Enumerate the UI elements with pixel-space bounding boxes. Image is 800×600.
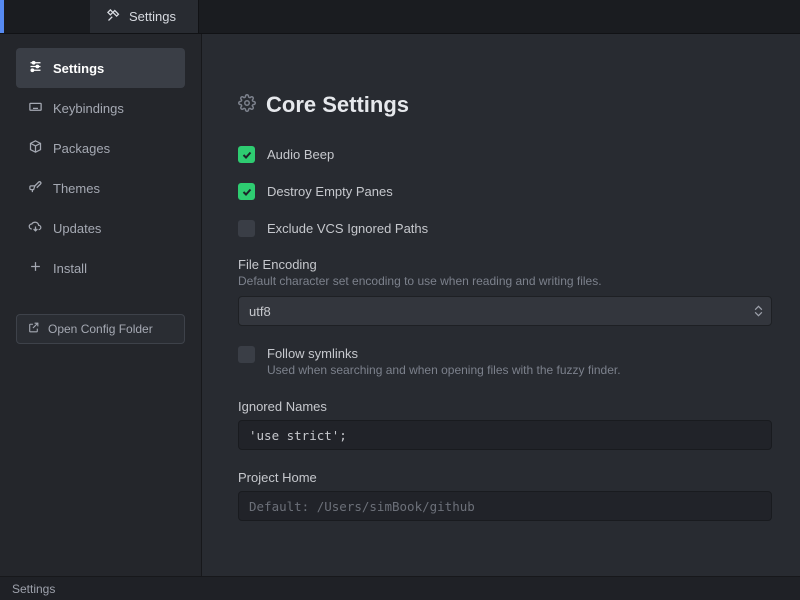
sidebar-item-settings[interactable]: Settings xyxy=(16,48,185,88)
checkbox-icon xyxy=(238,183,255,200)
main-panel: Core Settings Audio Beep Destroy Empty P… xyxy=(202,34,800,576)
tab-label: Settings xyxy=(129,9,176,24)
project-home-input[interactable] xyxy=(238,491,772,521)
field-project-home: Project Home xyxy=(238,470,772,521)
checkbox-label: Destroy Empty Panes xyxy=(267,184,393,199)
checkbox-icon xyxy=(238,346,255,363)
sidebar-item-label: Settings xyxy=(53,61,104,76)
checkbox-desc: Used when searching and when opening fil… xyxy=(267,363,621,377)
field-label: File Encoding xyxy=(238,257,772,272)
open-config-button[interactable]: Open Config Folder xyxy=(16,314,185,344)
field-desc: Default character set encoding to use wh… xyxy=(238,274,772,288)
sidebar: Settings Keybindings Packages xyxy=(0,34,202,576)
external-link-icon xyxy=(27,321,40,337)
sidebar-item-themes[interactable]: Themes xyxy=(16,168,185,208)
paint-icon xyxy=(28,179,43,197)
checkbox-exclude-vcs[interactable]: Exclude VCS Ignored Paths xyxy=(238,220,772,237)
select-caret-icon xyxy=(754,306,763,317)
checkbox-audio-beep[interactable]: Audio Beep xyxy=(238,146,772,163)
field-label: Project Home xyxy=(238,470,772,485)
tab-bar: Settings xyxy=(0,0,800,34)
checkbox-label: Exclude VCS Ignored Paths xyxy=(267,221,428,236)
open-config-label: Open Config Folder xyxy=(48,322,153,336)
select-value: utf8 xyxy=(249,304,271,319)
checkbox-icon xyxy=(238,220,255,237)
tab-spacer xyxy=(4,0,90,33)
sidebar-item-install[interactable]: Install xyxy=(16,248,185,288)
checkbox-label: Follow symlinks xyxy=(267,346,621,361)
status-bar: Settings xyxy=(0,576,800,600)
sidebar-item-label: Themes xyxy=(53,181,100,196)
sliders-icon xyxy=(28,59,43,77)
package-icon xyxy=(28,139,43,157)
status-text: Settings xyxy=(12,582,55,596)
tab-settings[interactable]: Settings xyxy=(90,0,199,33)
section-header: Core Settings xyxy=(238,92,772,118)
sidebar-item-label: Updates xyxy=(53,221,101,236)
plus-icon xyxy=(28,259,43,277)
checkbox-follow-symlinks[interactable]: Follow symlinks Used when searching and … xyxy=(238,346,772,377)
sidebar-item-label: Packages xyxy=(53,141,110,156)
checkbox-label: Audio Beep xyxy=(267,147,334,162)
gear-icon xyxy=(238,92,256,118)
sidebar-item-keybindings[interactable]: Keybindings xyxy=(16,88,185,128)
keyboard-icon xyxy=(28,99,43,117)
sidebar-item-packages[interactable]: Packages xyxy=(16,128,185,168)
sidebar-item-label: Keybindings xyxy=(53,101,124,116)
checkbox-icon xyxy=(238,146,255,163)
field-ignored-names: Ignored Names xyxy=(238,399,772,450)
checkbox-destroy-empty-panes[interactable]: Destroy Empty Panes xyxy=(238,183,772,200)
sidebar-item-label: Install xyxy=(53,261,87,276)
field-label: Ignored Names xyxy=(238,399,772,414)
field-file-encoding: File Encoding Default character set enco… xyxy=(238,257,772,326)
tools-icon xyxy=(106,8,121,26)
cloud-download-icon xyxy=(28,219,43,237)
section-title: Core Settings xyxy=(266,92,409,118)
sidebar-item-updates[interactable]: Updates xyxy=(16,208,185,248)
file-encoding-select[interactable]: utf8 xyxy=(238,296,772,326)
ignored-names-input[interactable] xyxy=(238,420,772,450)
